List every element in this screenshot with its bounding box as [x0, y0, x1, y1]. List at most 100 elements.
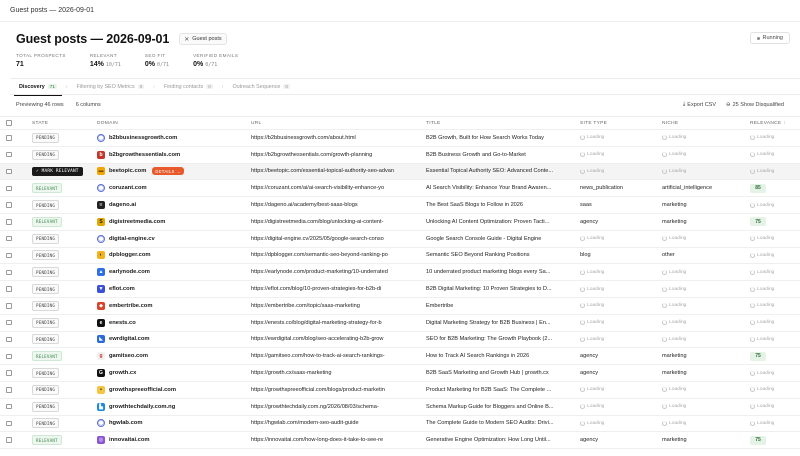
url-link[interactable]: https://dpblogger.com/semantic-seo-beyon…: [251, 252, 421, 258]
url-link[interactable]: https://coruzant.com/ai/ai-search-visibi…: [251, 185, 421, 191]
domain-link[interactable]: dageno.ai: [109, 202, 136, 208]
domain-link[interactable]: eflot.com: [109, 286, 135, 292]
checkbox-box[interactable]: [6, 151, 12, 158]
domain-cell[interactable]: Sdigistreetmedia.com: [97, 214, 247, 230]
checkbox-box[interactable]: [6, 403, 12, 410]
domain-cell[interactable]: ◣ ewrdigital.com: [97, 332, 247, 348]
url-cell[interactable]: https://embertribe.com/topic/saas-market…: [251, 298, 421, 314]
table-row[interactable]: PENDING ◆ embertribe.com https://embertribe…: [0, 298, 800, 315]
url-link[interactable]: https://eflot.com/blog/10-proven-strateg…: [251, 286, 421, 292]
table-row[interactable]: PENDING b b2bgrowthessentials.com https://b…: [0, 147, 800, 164]
table-row[interactable]: PENDING Ggrowth.cx https://growth.cx/saas-…: [0, 365, 800, 382]
domain-link[interactable]: hgwlab.com: [109, 420, 143, 426]
domain-link[interactable]: digital-engine.cv: [109, 236, 155, 242]
url-cell[interactable]: https://b2bbusinessgrowth.com/about.html: [251, 130, 421, 146]
row-checkbox[interactable]: [6, 264, 16, 280]
domain-cell[interactable]: ◯ coruzant.com: [97, 180, 247, 196]
checkbox-box[interactable]: [6, 353, 12, 359]
domain-cell[interactable]: ◯ digital-engine.cv: [97, 231, 247, 247]
domain-link[interactable]: dpblogger.com: [109, 252, 151, 258]
domain-link[interactable]: b2bgrowthessentials.com: [109, 152, 180, 158]
row-checkbox[interactable]: [6, 416, 16, 432]
checkbox-box[interactable]: [6, 185, 12, 192]
url-cell[interactable]: https://growthspreeofficial.com/blogs/pr…: [251, 382, 421, 398]
column-header-title[interactable]: TITLE: [426, 117, 572, 129]
domain-link[interactable]: growthtechdaily.com.ng: [109, 404, 175, 410]
row-checkbox[interactable]: [6, 298, 16, 314]
url-cell[interactable]: https://hgwlab.com/modern-seo-audit-guid…: [251, 416, 421, 432]
row-checkbox[interactable]: [6, 432, 16, 448]
checkbox-box[interactable]: [6, 303, 12, 309]
domain-cell[interactable]: b b2bgrowthessentials.com: [97, 147, 247, 163]
campaign-tag-chip[interactable]: ✕ Guest posts: [179, 33, 227, 45]
tab-outreach[interactable]: Outreach Sequence 0: [223, 78, 299, 95]
url-link[interactable]: https://earlynode.com/product-marketing/…: [251, 269, 421, 275]
table-row[interactable]: PENDING ◐ dpblogger.com https://dpblogger.c…: [0, 248, 800, 265]
checkbox-box[interactable]: [6, 252, 12, 259]
table-row[interactable]: PENDING ≡ dageno.ai https://dageno.ai/acade…: [0, 197, 800, 214]
domain-cell[interactable]: ◐ dpblogger.com: [97, 248, 247, 264]
tab-finding-contacts[interactable]: Finding contacts 0: [155, 78, 222, 95]
domain-cell[interactable]: g gamitseo.com: [97, 348, 247, 364]
row-checkbox[interactable]: [6, 214, 16, 230]
column-header-relevance[interactable]: RELEVANCE ↕: [750, 117, 800, 129]
url-link[interactable]: https://ewrdigital.com/blog/seo-accelera…: [251, 336, 421, 342]
table-row[interactable]: PENDING ▙ growthtechdaily.com.ng https://gr…: [0, 399, 800, 416]
domain-link[interactable]: beetopic.com: [109, 168, 146, 174]
url-cell[interactable]: https://gamitseo.com/how-to-track-ai-sea…: [251, 348, 421, 364]
column-header-niche[interactable]: NICHE: [662, 117, 747, 129]
domain-link[interactable]: b2bbusinessgrowth.com: [109, 135, 177, 141]
column-header-site-type[interactable]: SITE TYPE: [580, 117, 658, 129]
checkbox-box[interactable]: [6, 370, 12, 376]
row-checkbox[interactable]: [6, 147, 16, 163]
domain-cell[interactable]: ▬ beetopic.com DETAILS →: [97, 164, 247, 180]
url-link[interactable]: https://growthspreeofficial.com/blogs/pr…: [251, 387, 421, 393]
domain-link[interactable]: gamitseo.com: [109, 353, 148, 359]
url-link[interactable]: https://beetopic.com/essential-topical-a…: [251, 168, 421, 174]
show-disqualified-button[interactable]: ⊖ 25 Show Disqualified: [726, 102, 784, 108]
select-all-checkbox[interactable]: [6, 117, 16, 129]
table-row[interactable]: PENDING e enests.co https://enests.co/blog/…: [0, 315, 800, 332]
url-link[interactable]: https://dageno.ai/academy/best-saas-blog…: [251, 202, 421, 208]
domain-cell[interactable]: Ggrowth.cx: [97, 365, 247, 381]
url-link[interactable]: https://b2bbusinessgrowth.com/about.html: [251, 135, 421, 141]
mark-relevant-button[interactable]: ✓ MARK RELEVANT: [32, 167, 83, 176]
domain-link[interactable]: growthspreeofficial.com: [109, 387, 176, 393]
column-header-url[interactable]: URL: [251, 117, 421, 129]
url-link[interactable]: https://hgwlab.com/modern-seo-audit-guid…: [251, 420, 421, 426]
checkbox-box[interactable]: [6, 269, 12, 276]
checkbox-box[interactable]: [6, 420, 12, 427]
close-icon[interactable]: ✕: [184, 36, 189, 43]
url-link[interactable]: https://embertribe.com/topic/saas-market…: [251, 303, 421, 309]
table-row[interactable]: PENDING ◓ growthspreeofficial.com https://g…: [0, 382, 800, 399]
row-checkbox[interactable]: [6, 399, 16, 415]
row-checkbox[interactable]: [6, 348, 16, 364]
export-csv-button[interactable]: ⤓ Export CSV: [683, 101, 716, 108]
row-checkbox[interactable]: [6, 231, 16, 247]
table-row[interactable]: PENDING ▲ earlynode.com https://earlynode.c…: [0, 264, 800, 282]
domain-link[interactable]: growth.cx: [109, 370, 136, 376]
table-row[interactable]: ✓ MARK RELEVANT ▬ beetopic.com DETAILS → htt…: [0, 163, 800, 181]
checkbox-box[interactable]: [6, 286, 12, 292]
checkbox-box[interactable]: [6, 387, 12, 393]
table-row[interactable]: PENDING ◯ b2bbusinessgrowth.com https://b2b…: [0, 130, 800, 147]
table-row[interactable]: RELEVANT g gamitseo.com https://gamitseo.co…: [0, 348, 800, 366]
checkbox-box[interactable]: [6, 168, 12, 175]
checkbox-box[interactable]: [6, 319, 12, 326]
url-cell[interactable]: https://beetopic.com/essential-topical-a…: [251, 164, 421, 180]
row-checkbox[interactable]: [6, 130, 16, 146]
row-checkbox[interactable]: [6, 281, 16, 297]
url-cell[interactable]: https://earlynode.com/product-marketing/…: [251, 264, 421, 280]
domain-cell[interactable]: ◓ growthspreeofficial.com: [97, 382, 247, 398]
url-link[interactable]: https://b2bgrowthessentials.com/growth-p…: [251, 152, 421, 158]
url-cell[interactable]: https://innovaitai.com/how-long-does-it-…: [251, 432, 421, 448]
domain-link[interactable]: coruzant.com: [109, 185, 147, 191]
domain-cell[interactable]: ▲ earlynode.com: [97, 264, 247, 280]
url-cell[interactable]: https://digital-engine.cv/2025/05/google…: [251, 231, 421, 247]
url-cell[interactable]: https://digistreetmedia.com/blog/unlocki…: [251, 214, 421, 230]
row-checkbox[interactable]: [6, 164, 16, 180]
column-header-domain[interactable]: DOMAIN: [97, 117, 247, 129]
checkbox-box[interactable]: [6, 202, 12, 208]
details-button[interactable]: DETAILS →: [152, 167, 184, 176]
domain-cell[interactable]: ≡ dageno.ai: [97, 197, 247, 213]
